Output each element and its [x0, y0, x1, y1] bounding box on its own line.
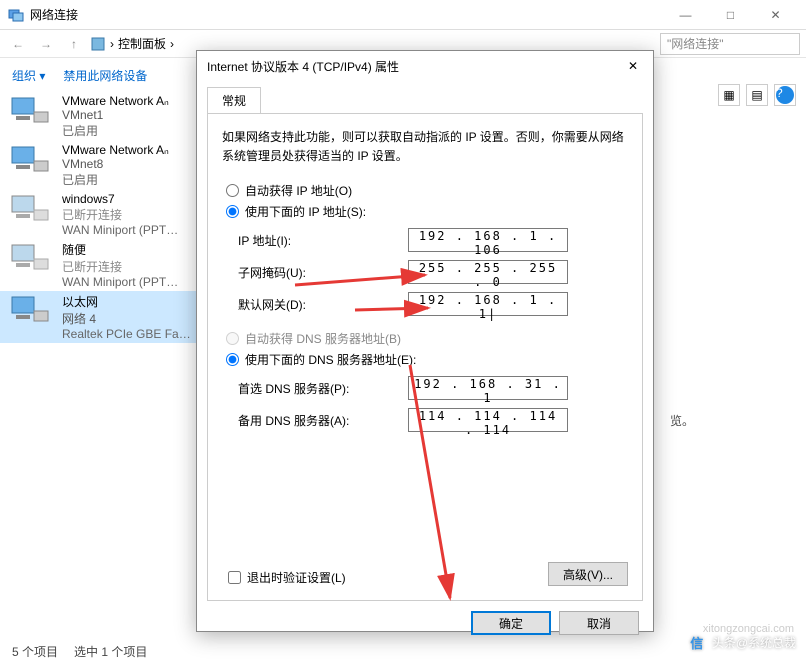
nic-item[interactable]: VMware Network AₙVMnet8已启用 [0, 141, 200, 190]
control-panel-icon [90, 36, 106, 52]
chevron-icon: › [170, 37, 174, 51]
network-adapter-list: VMware Network AₙVMnet1已启用 VMware Networ… [0, 92, 200, 637]
advanced-button[interactable]: 高级(V)... [548, 562, 628, 586]
tab-strip: 常规 [197, 81, 653, 113]
ipv4-properties-dialog: Internet 协议版本 4 (TCP/IPv4) 属性 ✕ 常规 如果网络支… [196, 50, 654, 632]
app-icon [8, 7, 24, 23]
nav-up-button[interactable]: ↑ [62, 32, 86, 56]
tab-panel: 如果网络支持此功能，则可以获取自动指派的 IP 设置。否则，你需要从网络系统管理… [207, 113, 643, 601]
gateway-row: 默认网关(D): 192 . 168 . 1 . 1| [238, 292, 628, 316]
dns2-label: 备用 DNS 服务器(A): [238, 412, 408, 429]
radio-input[interactable] [226, 353, 239, 366]
selected-count: 选中 1 个项目 [74, 643, 147, 660]
breadcrumb-item[interactable]: 控制面板 [118, 35, 166, 52]
tab-general[interactable]: 常规 [207, 87, 261, 113]
radio-manual-ip[interactable]: 使用下面的 IP 地址(S): [226, 203, 628, 220]
watermark-site: xitongzongcai.com [703, 623, 794, 635]
ip-address-input[interactable]: 192 . 168 . 1 . 106 [408, 228, 568, 252]
chevron-icon: › [110, 37, 114, 51]
nic-item[interactable]: 随便已断开连接WAN Miniport (PPT… [0, 239, 200, 291]
nic-item[interactable]: VMware Network AₙVMnet1已启用 [0, 92, 200, 141]
radio-input[interactable] [226, 184, 239, 197]
subnet-mask-row: 子网掩码(U): 255 . 255 . 255 . 0 [238, 260, 628, 284]
item-count: 5 个项目 [12, 643, 58, 660]
window-titlebar: 网络连接 — □ ✕ [0, 0, 806, 30]
search-input[interactable]: "网络连接" [660, 33, 800, 55]
ip-address-row: IP 地址(I): 192 . 168 . 1 . 106 [238, 228, 628, 252]
nic-icon [6, 192, 54, 232]
radio-auto-ip[interactable]: 自动获得 IP 地址(O) [226, 182, 628, 199]
nic-item-selected[interactable]: 以太网网络 4Realtek PCIe GBE Fa… [0, 291, 200, 343]
dialog-close-button[interactable]: ✕ [623, 56, 643, 76]
validate-checkbox-row[interactable]: 退出时验证设置(L) [228, 569, 346, 586]
description-text: 如果网络支持此功能，则可以获取自动指派的 IP 设置。否则，你需要从网络系统管理… [222, 128, 628, 166]
radio-auto-dns: 自动获得 DNS 服务器地址(B) [226, 330, 628, 347]
window-title: 网络连接 [30, 6, 663, 23]
nic-icon [6, 143, 54, 183]
validate-checkbox[interactable] [228, 571, 241, 584]
radio-input [226, 332, 239, 345]
gateway-input[interactable]: 192 . 168 . 1 . 1| [408, 292, 568, 316]
dns1-input[interactable]: 192 . 168 . 31 . 1 [408, 376, 568, 400]
dns2-row: 备用 DNS 服务器(A): 114 . 114 . 114 . 114 [238, 408, 628, 432]
breadcrumb[interactable]: › 控制面板 › [90, 35, 174, 52]
dialog-buttons: 确定 取消 [197, 611, 653, 649]
dialog-titlebar: Internet 协议版本 4 (TCP/IPv4) 属性 ✕ [197, 51, 653, 81]
ok-button[interactable]: 确定 [471, 611, 551, 635]
close-button[interactable]: ✕ [753, 0, 798, 30]
nic-icon [6, 94, 54, 134]
mask-label: 子网掩码(U): [238, 264, 408, 281]
cancel-button[interactable]: 取消 [559, 611, 639, 635]
dns2-input[interactable]: 114 . 114 . 114 . 114 [408, 408, 568, 432]
organize-menu[interactable]: 组织 ▾ [12, 67, 45, 84]
dialog-title: Internet 协议版本 4 (TCP/IPv4) 属性 [207, 58, 623, 75]
ip-label: IP 地址(I): [238, 232, 408, 249]
nav-back-button[interactable]: ← [6, 32, 30, 56]
maximize-button[interactable]: □ [708, 0, 753, 30]
dns1-row: 首选 DNS 服务器(P): 192 . 168 . 31 . 1 [238, 376, 628, 400]
radio-input[interactable] [226, 205, 239, 218]
nic-item[interactable]: windows7已断开连接WAN Miniport (PPT… [0, 190, 200, 239]
nic-icon [6, 241, 54, 281]
radio-manual-dns[interactable]: 使用下面的 DNS 服务器地址(E): [226, 351, 628, 368]
disable-device-button[interactable]: 禁用此网络设备 [63, 67, 147, 84]
gateway-label: 默认网关(D): [238, 296, 408, 313]
nav-forward-button[interactable]: → [34, 32, 58, 56]
nic-icon [6, 293, 54, 333]
subnet-mask-input[interactable]: 255 . 255 . 255 . 0 [408, 260, 568, 284]
minimize-button[interactable]: — [663, 0, 708, 30]
dns1-label: 首选 DNS 服务器(P): [238, 380, 408, 397]
